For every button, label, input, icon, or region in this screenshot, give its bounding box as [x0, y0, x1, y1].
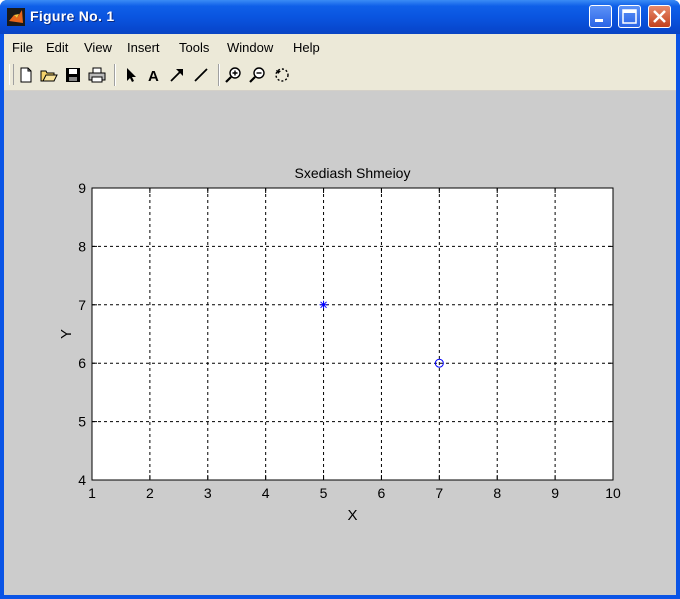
- rotate-icon[interactable]: [273, 66, 291, 84]
- x-tick-label: 9: [551, 485, 559, 501]
- svg-text:A: A: [148, 68, 159, 84]
- x-tick-label: 10: [605, 485, 621, 501]
- maximize-icon: [622, 9, 637, 24]
- y-tick-label: 5: [78, 414, 86, 430]
- y-axis-label: Y: [58, 329, 75, 339]
- x-tick-label: 1: [88, 485, 96, 501]
- plot-layer: 1 2 3 4 5 6 7 8 9 10 4 5 6 7 8 9: [78, 180, 621, 501]
- x-tick-label: 5: [320, 485, 328, 501]
- window-client-area: File Edit View Insert Tools Window Help: [4, 34, 676, 595]
- toolbar-separator: [114, 64, 116, 86]
- close-button[interactable]: [648, 5, 671, 28]
- toolbar-separator: [218, 64, 220, 86]
- figure-window: Figure No. 1 File Edit View Insert Tools…: [0, 0, 680, 599]
- toolbar: A: [4, 60, 676, 91]
- toolbar-grip[interactable]: [9, 64, 14, 85]
- maximize-button[interactable]: [618, 5, 641, 28]
- line-insert-icon[interactable]: [192, 66, 210, 84]
- scatter-chart[interactable]: Sxediash Shmeioy 1 2 3 4 5 6 7 8 9 10 4 5 6 7 8 9 X Y: [4, 91, 676, 595]
- x-tick-label: 7: [435, 485, 443, 501]
- x-tick-label: 4: [262, 485, 270, 501]
- zoom-in-icon[interactable]: [225, 66, 243, 84]
- new-file-icon[interactable]: [17, 66, 35, 84]
- menu-bar: File Edit View Insert Tools Window Help: [4, 34, 676, 60]
- figure-canvas: Sxediash Shmeioy 1 2 3 4 5 6 7 8 9 10 4 5 6 7 8 9 X Y: [4, 91, 676, 595]
- menu-help[interactable]: Help: [293, 40, 320, 55]
- title-bar[interactable]: Figure No. 1: [0, 0, 680, 34]
- x-tick-label: 3: [204, 485, 212, 501]
- text-insert-icon[interactable]: A: [145, 66, 163, 84]
- chart-title: Sxediash Shmeioy: [295, 165, 411, 181]
- y-tick-label: 8: [78, 238, 86, 254]
- menu-insert[interactable]: Insert: [127, 40, 160, 55]
- menu-view[interactable]: View: [84, 40, 112, 55]
- plot-area[interactable]: [92, 188, 613, 480]
- arrow-select-icon[interactable]: [122, 66, 140, 84]
- arrow-insert-icon[interactable]: [168, 66, 186, 84]
- menu-file[interactable]: File: [12, 40, 33, 55]
- y-tick-label: 6: [78, 355, 86, 371]
- minimize-icon: [595, 19, 603, 22]
- save-icon[interactable]: [64, 66, 82, 84]
- menu-window[interactable]: Window: [227, 40, 273, 55]
- minimize-button[interactable]: [589, 5, 612, 28]
- x-axis-label: X: [347, 507, 357, 524]
- zoom-out-icon[interactable]: [249, 66, 267, 84]
- y-tick-label: 9: [78, 180, 86, 196]
- x-tick-label: 6: [378, 485, 386, 501]
- y-tick-label: 7: [78, 297, 86, 313]
- y-tick-label: 4: [78, 472, 86, 488]
- print-icon[interactable]: [88, 66, 106, 84]
- window-title: Figure No. 1: [30, 8, 115, 24]
- x-tick-label: 2: [146, 485, 154, 501]
- x-tick-label: 8: [493, 485, 501, 501]
- close-icon: [653, 10, 666, 23]
- open-folder-icon[interactable]: [40, 66, 58, 84]
- menu-edit[interactable]: Edit: [46, 40, 68, 55]
- menu-tools[interactable]: Tools: [179, 40, 209, 55]
- data-point-asterisk[interactable]: [319, 300, 328, 309]
- matlab-logo-icon: [7, 8, 25, 26]
